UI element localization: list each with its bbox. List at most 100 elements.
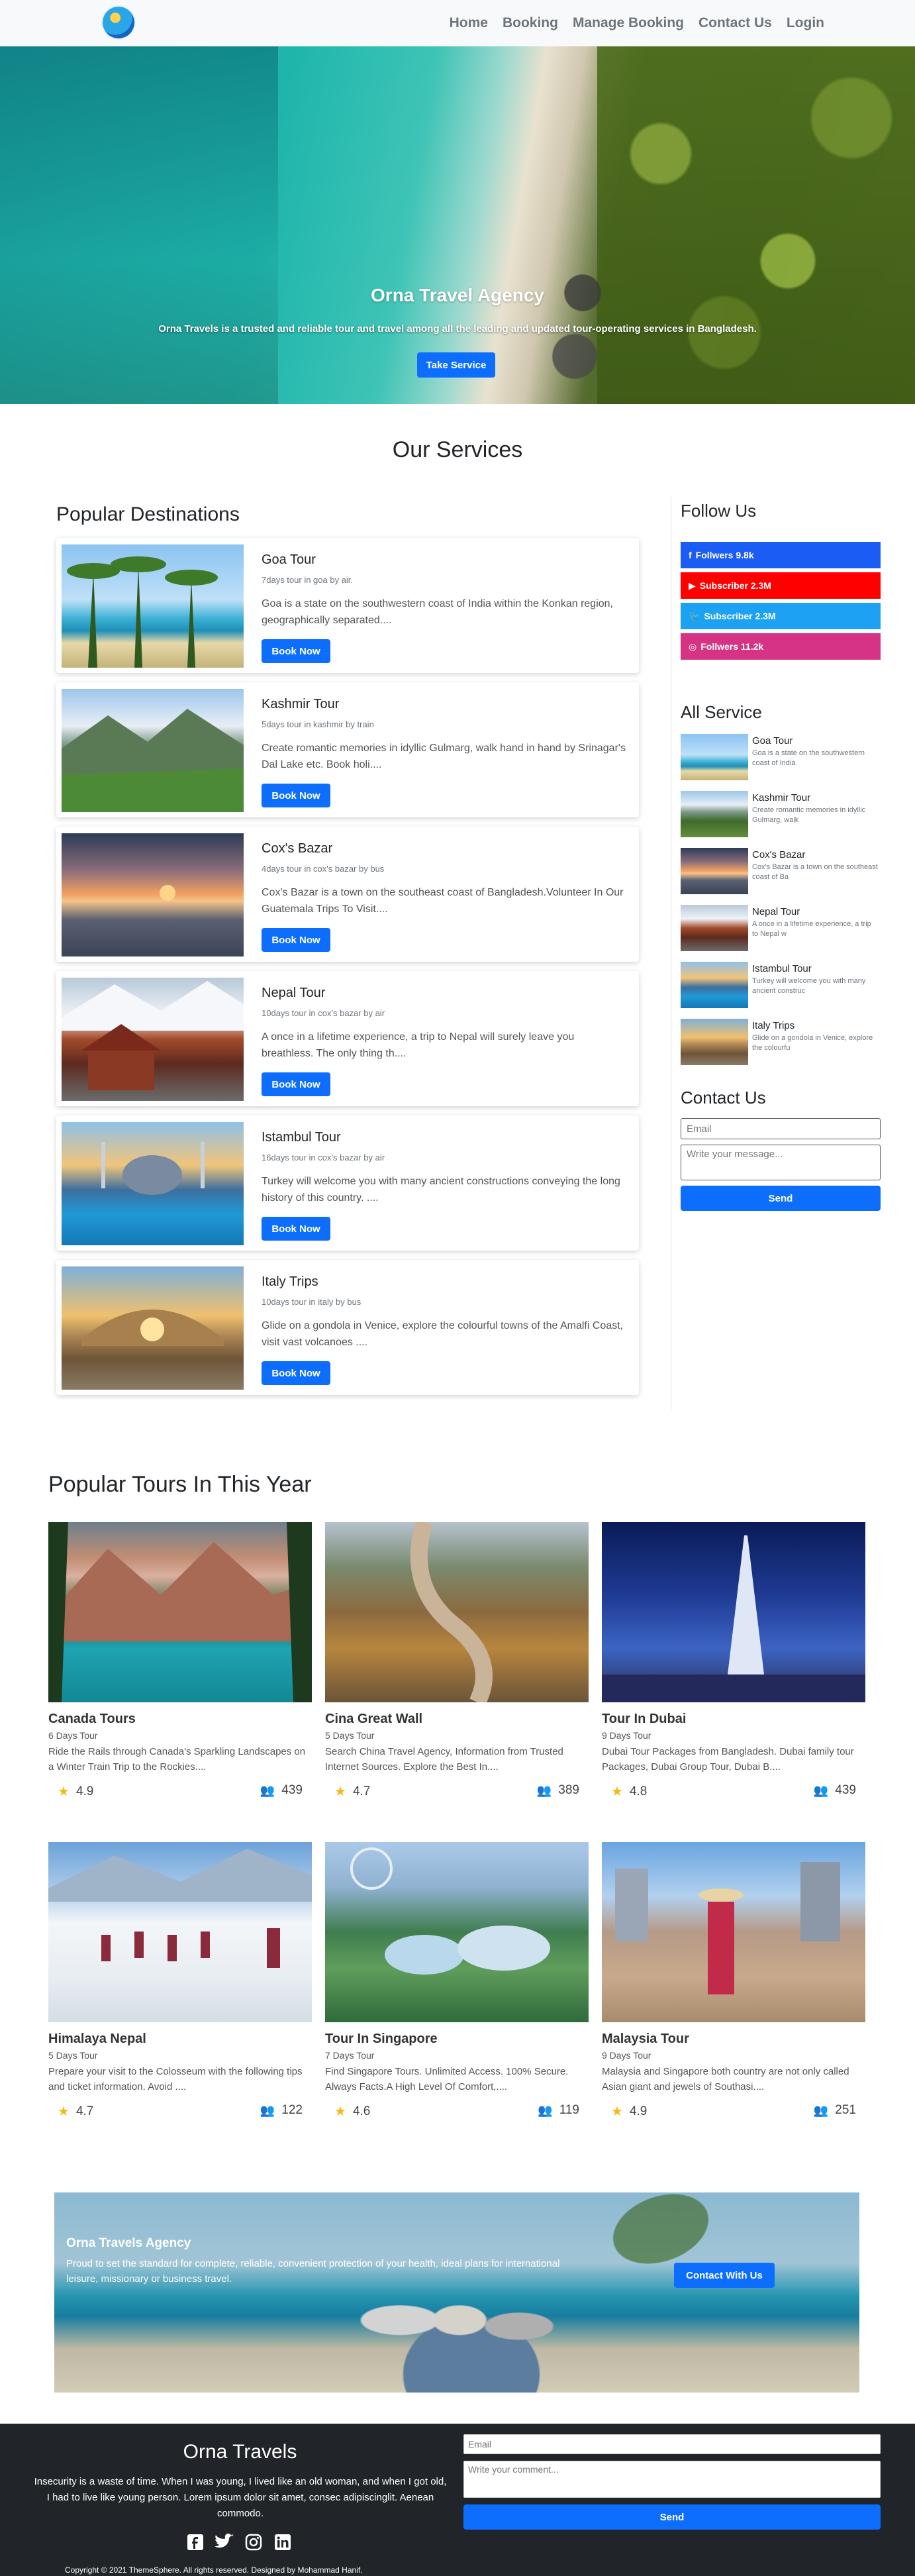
rating-value: 4.9 [75,1784,94,1798]
book-now-button[interactable]: Book Now [262,639,330,663]
tour-rating: ★ 4.7 [58,2103,93,2120]
book-now-button[interactable]: Book Now [262,1217,330,1241]
tour-count: 👥 251 [814,2103,856,2118]
hero-content: Orna Travel Agency Orna Travels is a tru… [0,46,915,404]
destination-meta: 10days tour in cox's bazar by air [262,1008,385,1018]
youtube-icon: ▶ [689,580,696,591]
nav-booking-link[interactable]: Booking [503,15,558,31]
tour-card[interactable]: Cina Great Wall 5 Days Tour Search China… [325,1522,589,1814]
destination-title: Cox's Bazar [262,841,333,856]
footer-send-button[interactable]: Send [463,2504,881,2530]
linkedin-icon[interactable] [273,2532,293,2552]
destination-image-goa [62,544,244,668]
banner-title: Orna Travels Agency [66,2236,191,2250]
count-value: 122 [281,2103,303,2117]
destination-title: Italy Trips [262,1274,318,1289]
tour-description: Search China Travel Agency, Information … [325,1746,563,1773]
footer-text: Insecurity is a waste of time. When I wa… [34,2476,447,2519]
star-icon: ★ [58,1784,70,1799]
tour-count: 👥 439 [814,1783,856,1798]
tour-description: Find Singapore Tours. Unlimited Access. … [325,2066,569,2092]
tour-image-himalaya [48,1842,312,2022]
book-now-button[interactable]: Book Now [262,1361,330,1385]
tour-description: Ride the Rails through Canada's Sparklin… [48,1746,306,1773]
footer-comment-input[interactable] [463,2461,881,2498]
tour-title: Cina Great Wall [325,1712,423,1726]
tour-title: Canada Tours [48,1712,136,1726]
service-item[interactable]: Cox's Bazar Cox's Bazar is a town on the… [681,848,881,896]
tour-rating: ★ 4.9 [58,1783,93,1800]
twitter-follow-button[interactable]: 🐦 Subscriber 2.3M [681,603,881,629]
social-label: Subscriber 2.3M [704,611,776,621]
destination-card: Kashmir Tour 5days tour in kashmir by tr… [56,682,639,817]
people-icon: 👥 [813,2103,829,2117]
people-icon: 👥 [813,1783,829,1797]
tour-image-singapore [325,1842,589,2022]
count-value: 439 [835,1783,856,1797]
tour-count: 👥 119 [538,2103,579,2118]
people-icon: 👥 [260,1783,275,1797]
tour-title: Malaysia Tour [602,2032,689,2046]
copyright-text: Copyright © 2021 ThemeSphere. All rights… [65,2565,363,2575]
destination-image-italy [62,1266,244,1390]
service-item[interactable]: Kashmir Tour Create romantic memories in… [681,791,881,839]
follow-us-title: Follow Us [681,501,757,521]
tour-card[interactable]: Himalaya Nepal 5 Days Tour Prepare your … [48,1842,312,2134]
star-icon: ★ [58,2104,70,2119]
destination-image-istanbul [62,1122,244,1245]
facebook-icon: f [689,550,692,560]
tour-image-dubai [602,1522,865,1702]
social-label: Follwers 11.2k [700,641,764,652]
instagram-follow-button[interactable]: ◎ Follwers 11.2k [681,633,881,660]
destination-meta: 10days tour in italy by bus [262,1297,361,1307]
service-item[interactable]: Nepal Tour A once in a lifetime experien… [681,905,881,953]
destination-description: Create romantic memories in idyllic Gulm… [262,743,626,770]
instagram-icon[interactable] [244,2532,264,2552]
sidebar-send-button[interactable]: Send [681,1186,881,1211]
nav-login-link[interactable]: Login [787,15,824,31]
tour-card[interactable]: Malaysia Tour 9 Days Tour Malaysia and S… [602,1842,865,2134]
tour-duration: 5 Days Tour [325,1730,375,1741]
service-description: A once in a lifetime experience, a trip … [752,920,871,939]
facebook-follow-button[interactable]: f Follwers 9.8k [681,542,881,568]
nav-contact-link[interactable]: Contact Us [698,15,772,31]
tour-description: Prepare your visit to the Colosseum with… [48,2066,303,2092]
service-item[interactable]: Istambul Tour Turkey will welcome you wi… [681,962,881,1009]
nav-manage-booking-link[interactable]: Manage Booking [573,15,684,31]
footer-email-input[interactable] [463,2434,881,2454]
brand-logo[interactable] [103,7,134,38]
sidebar-message-input[interactable] [681,1145,881,1180]
nav-home-link[interactable]: Home [450,15,488,31]
tour-card[interactable]: Tour In Singapore 7 Days Tour Find Singa… [325,1842,589,2134]
book-now-button[interactable]: Book Now [262,784,330,807]
take-service-button[interactable]: Take Service [417,352,495,378]
sidebar-email-input[interactable] [681,1118,881,1139]
rating-value: 4.6 [352,2104,371,2118]
contact-with-us-button[interactable]: Contact With Us [674,2263,775,2288]
hero-subtitle: Orna Travels is a trusted and reliable t… [158,323,757,335]
service-item[interactable]: Italy Trips Glide on a gondola in Venice… [681,1019,881,1066]
service-description: Create romantic memories in idyllic Gulm… [752,806,866,825]
tour-image-great-wall [325,1522,589,1702]
popular-destinations-title: Popular Destinations [56,503,240,525]
destination-image-coxs-bazar [62,833,244,956]
service-thumbnail [681,962,748,1008]
tour-image-malaysia [602,1842,865,2022]
service-item[interactable]: Goa Tour Goa is a state on the southwest… [681,734,881,782]
service-description: Goa is a state on the southwestern coast… [752,749,865,768]
book-now-button[interactable]: Book Now [262,1072,330,1096]
service-description: Glide on a gondola in Venice, explore th… [752,1034,873,1053]
rating-value: 4.7 [75,2104,94,2118]
tour-duration: 9 Days Tour [602,1730,651,1741]
book-now-button[interactable]: Book Now [262,928,330,952]
tour-card[interactable]: Canada Tours 6 Days Tour Ride the Rails … [48,1522,312,1814]
twitter-icon[interactable] [215,2532,234,2552]
social-label: Subscriber 2.3M [699,580,771,591]
destination-description: Goa is a state on the southwestern coast… [262,598,613,626]
tour-card[interactable]: Tour In Dubai 9 Days Tour Dubai Tour Pac… [602,1522,865,1814]
destination-image-kashmir [62,689,244,812]
facebook-icon[interactable] [185,2532,205,2552]
destination-meta: 16days tour in cox's bazar by air [262,1153,385,1162]
service-title: Nepal Tour [752,906,800,917]
youtube-subscribe-button[interactable]: ▶ Subscriber 2.3M [681,572,881,599]
